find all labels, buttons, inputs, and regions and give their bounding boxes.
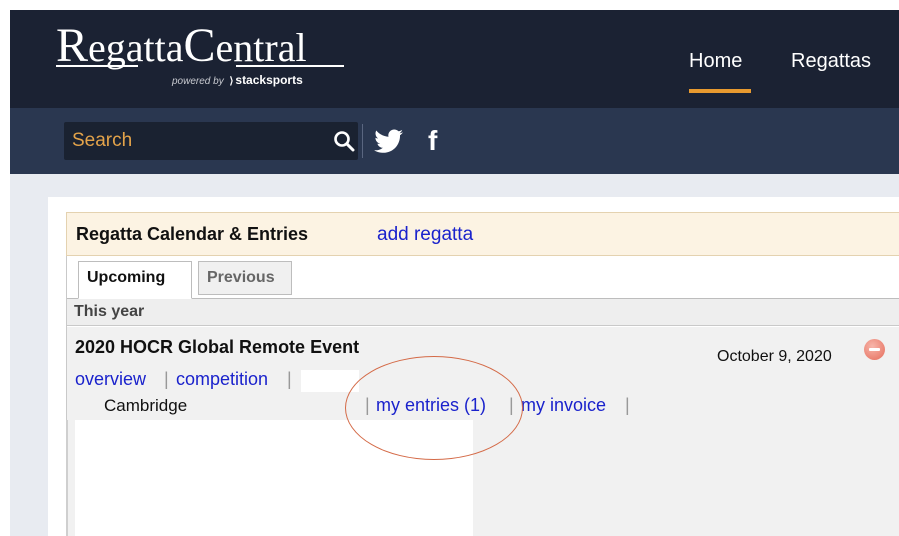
stacksports-logo-icon: ⟩ xyxy=(229,76,234,87)
search-icon[interactable] xyxy=(333,130,355,152)
tab-previous[interactable]: Previous xyxy=(198,261,292,295)
year-section-bar xyxy=(67,299,899,326)
logo-rule-left xyxy=(56,65,138,67)
powered-by-label: powered by xyxy=(172,76,224,87)
powered-by: powered by ⟩ stacksports xyxy=(172,73,303,87)
calendar-title: Regatta Calendar & Entries xyxy=(76,224,309,244)
twitter-icon[interactable] xyxy=(374,129,404,155)
facebook-icon[interactable]: f xyxy=(428,124,437,158)
left-edge-divider xyxy=(66,420,68,536)
event-date: October 9, 2020 xyxy=(717,348,832,365)
competition-link[interactable]: competition xyxy=(176,369,268,390)
search-placeholder: Search xyxy=(72,130,133,151)
logo-rule-right xyxy=(236,65,344,67)
section-label: This year xyxy=(74,303,145,320)
powered-brand: stacksports xyxy=(235,73,303,87)
add-regatta-link[interactable]: add regatta xyxy=(377,224,473,246)
nav-home-active-indicator xyxy=(689,89,751,93)
remove-icon[interactable] xyxy=(864,339,885,360)
link-separator: | xyxy=(625,395,630,415)
event-location: Cambridge xyxy=(104,396,188,415)
highlight-circle-annotation xyxy=(345,356,523,460)
site-logo[interactable]: RegattaCentral powered by ⟩ stacksports xyxy=(56,10,356,100)
link-separator: | xyxy=(287,369,292,389)
search-divider xyxy=(362,124,363,158)
nav-regattas[interactable]: Regattas xyxy=(791,50,871,73)
tab-upcoming[interactable]: Upcoming xyxy=(78,261,192,299)
link-separator: | xyxy=(164,369,169,389)
nav-home[interactable]: Home xyxy=(689,50,742,73)
overview-link[interactable]: overview xyxy=(75,369,146,390)
my-invoice-link[interactable]: my invoice xyxy=(521,395,606,416)
event-title: 2020 HOCR Global Remote Event xyxy=(75,337,360,357)
